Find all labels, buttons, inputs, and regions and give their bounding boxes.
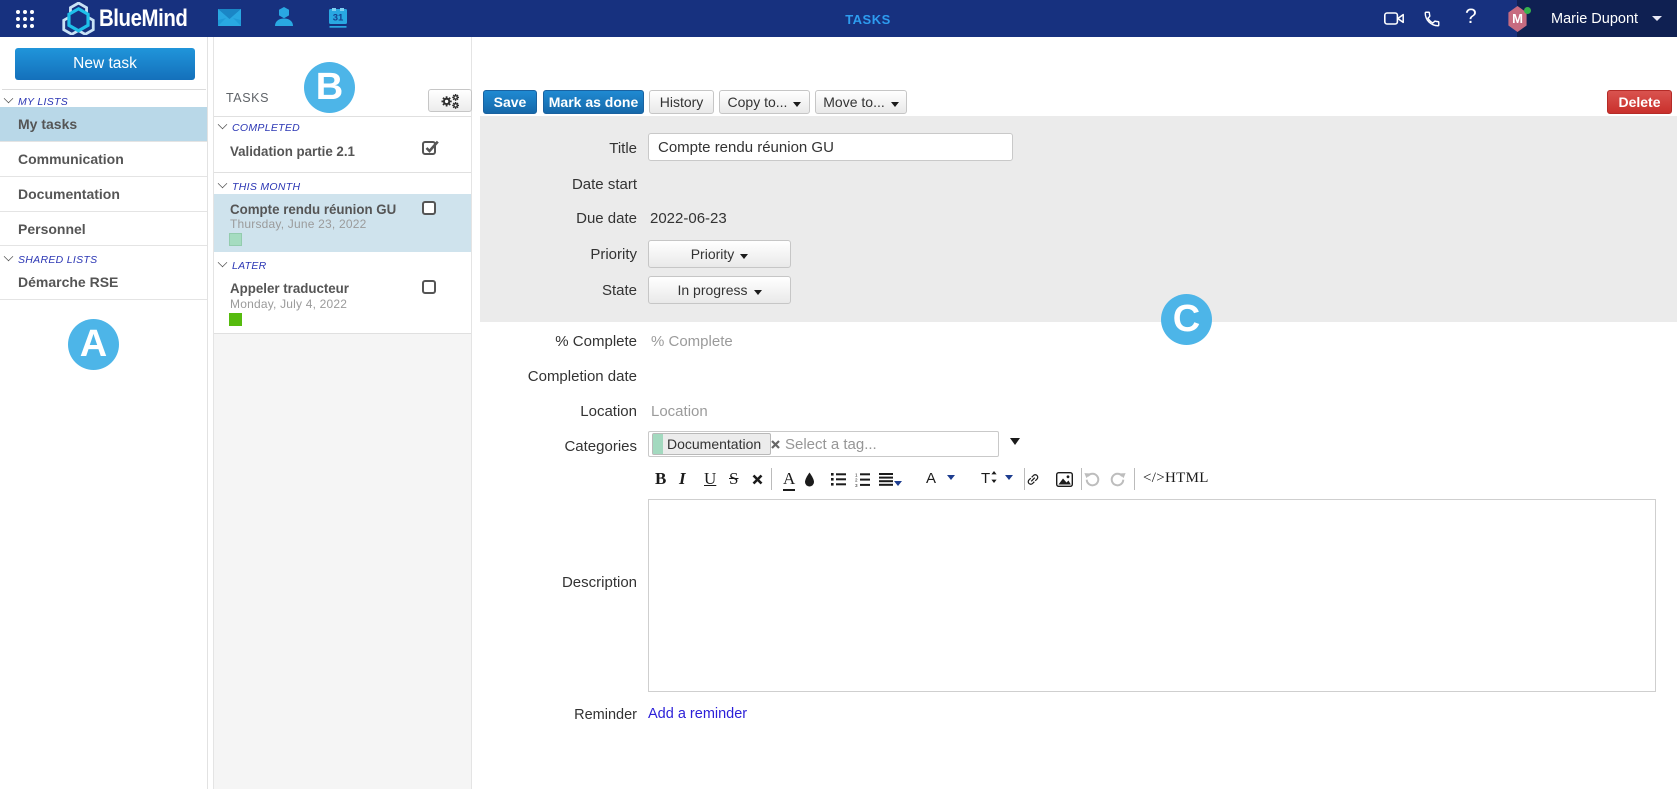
svg-text:31: 31 [333,13,344,24]
svg-text:3: 3 [855,483,858,487]
svg-text:2: 2 [855,478,858,483]
svg-text:1: 1 [855,472,858,477]
